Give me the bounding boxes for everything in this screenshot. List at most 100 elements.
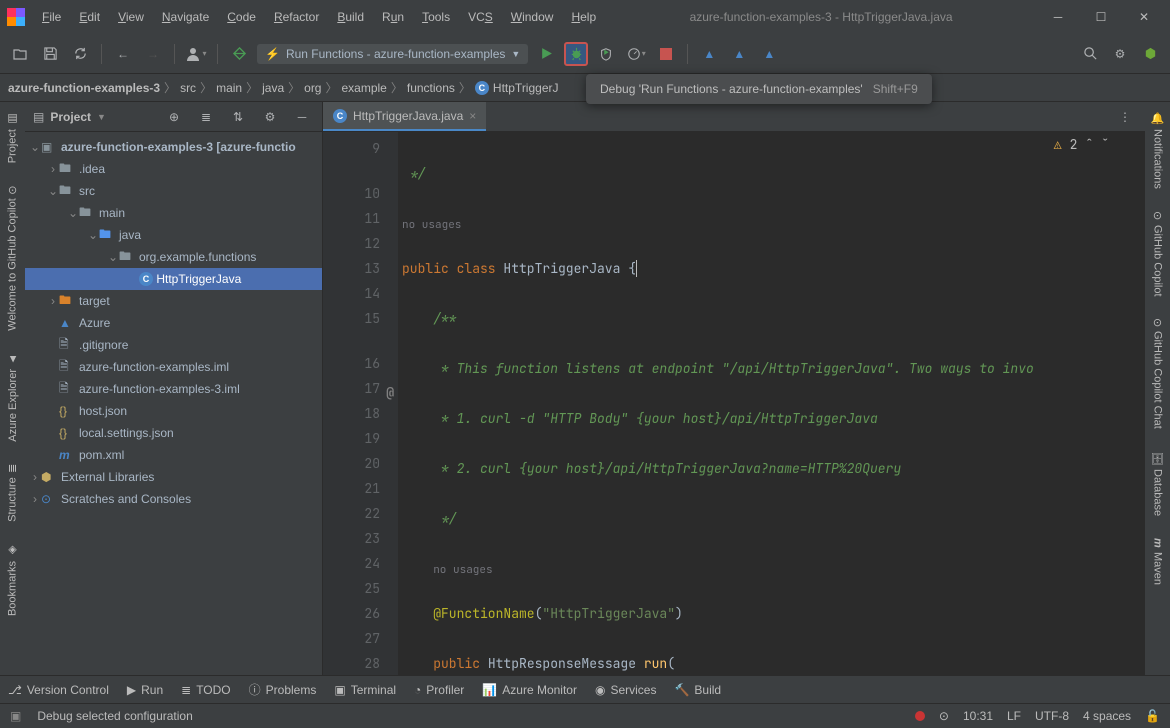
stop-icon[interactable]	[654, 42, 678, 66]
run-configuration-dropdown[interactable]: ⚡ Run Functions - azure-function-example…	[257, 44, 528, 64]
minimize-button[interactable]: ─	[1038, 3, 1078, 31]
bc-item[interactable]: java	[262, 81, 284, 95]
bb-services[interactable]: ◉ Services	[595, 683, 657, 697]
sync-icon[interactable]	[68, 42, 92, 66]
bb-todo[interactable]: ≣ TODO	[181, 683, 231, 697]
readonly-lock-icon[interactable]: 🔓	[1145, 709, 1160, 723]
code-with-me-icon[interactable]	[1138, 42, 1162, 66]
copilot-status-icon[interactable]: ⊙	[939, 709, 949, 723]
tree-root[interactable]: ⌄▣azure-function-examples-3 [azure-funct…	[25, 136, 322, 158]
menu-refactor[interactable]: Refactor	[266, 6, 327, 28]
run-icon[interactable]	[534, 42, 558, 66]
tool-windows-icon[interactable]: ▣	[10, 709, 21, 723]
azure-toolkit-icon-1[interactable]: ▲	[697, 42, 721, 66]
project-tree[interactable]: ⌄▣azure-function-examples-3 [azure-funct…	[25, 132, 322, 675]
debug-button[interactable]	[564, 42, 588, 66]
tree-main[interactable]: ⌄🖿main	[25, 202, 322, 224]
bc-item[interactable]: src	[180, 81, 196, 95]
menu-tools[interactable]: Tools	[414, 6, 458, 28]
bb-profiler[interactable]: ◔ Profiler	[414, 683, 464, 697]
azure-toolkit-icon-2[interactable]: ▲	[727, 42, 751, 66]
rail-notifications[interactable]: 🔔 Notifications	[1149, 106, 1166, 195]
tree-class-httptriggerjava[interactable]: C HttpTriggerJava	[25, 268, 322, 290]
close-button[interactable]: ✕	[1124, 3, 1164, 31]
avatar-icon[interactable]: ▾	[184, 42, 208, 66]
menu-window[interactable]: Window	[503, 6, 562, 28]
rail-azure-explorer[interactable]: Azure Explorer ▲	[5, 347, 21, 448]
bb-azure-monitor[interactable]: 📊 Azure Monitor	[482, 683, 577, 697]
code-content[interactable]: */ no usages public class HttpTriggerJav…	[398, 132, 1145, 675]
bc-item[interactable]: functions	[407, 81, 455, 95]
azure-toolkit-icon-3[interactable]: ▲	[757, 42, 781, 66]
tree-target[interactable]: ›🖿target	[25, 290, 322, 312]
tree-scratches[interactable]: ›⊙Scratches and Consoles	[25, 488, 322, 510]
editor-gutter[interactable]: 9 10 11 12 13 14 15 16 17▶@ 18 19 20 21 …	[323, 132, 398, 675]
open-file-icon[interactable]	[8, 42, 32, 66]
bb-problems[interactable]: ⓘ Problems	[249, 681, 317, 698]
menu-code[interactable]: Code	[219, 6, 264, 28]
tree-package[interactable]: ⌄🖿org.example.functions	[25, 246, 322, 268]
tab-httptriggerjava[interactable]: C HttpTriggerJava.java ×	[323, 102, 486, 131]
bb-version-control[interactable]: ⎇ Version Control	[8, 683, 109, 697]
bc-item[interactable]: org	[304, 81, 321, 95]
code-editor[interactable]: ⚠ 2 ˆ ˇ 9 10 11 12 13 14 15 16 17▶@ 18 1…	[323, 132, 1145, 675]
bb-terminal[interactable]: ▣ Terminal	[334, 683, 396, 697]
inspection-widget[interactable]: ⚠ 2 ˆ ˇ	[1054, 136, 1109, 153]
save-icon[interactable]	[38, 42, 62, 66]
rail-project[interactable]: Project ▤	[4, 106, 21, 169]
tab-menu-icon[interactable]: ⋮	[1113, 105, 1137, 129]
background-task-indicator[interactable]	[915, 711, 925, 721]
tree-iml1[interactable]: 🗎azure-function-examples.iml	[25, 356, 322, 378]
rail-copilot-chat[interactable]: ⊙ GitHub Copilot Chat	[1149, 312, 1166, 435]
tree-java[interactable]: ⌄🖿java	[25, 224, 322, 246]
tree-gitignore[interactable]: 🗎.gitignore	[25, 334, 322, 356]
status-encoding[interactable]: UTF-8	[1035, 709, 1069, 723]
rail-database[interactable]: 🗄 Database	[1149, 445, 1166, 522]
project-view-icon[interactable]: ▤	[33, 110, 44, 124]
status-line-ending[interactable]: LF	[1007, 709, 1021, 723]
tree-host[interactable]: {}host.json	[25, 400, 322, 422]
menu-file[interactable]: File	[34, 6, 69, 28]
menu-build[interactable]: Build	[329, 6, 372, 28]
bc-item[interactable]: HttpTriggerJ	[493, 81, 559, 95]
menu-run[interactable]: Run	[374, 6, 412, 28]
expand-all-icon[interactable]: ≣	[194, 105, 218, 129]
bb-build[interactable]: 🔨 Build	[674, 683, 721, 697]
settings-icon[interactable]: ⚙	[1108, 42, 1132, 66]
rail-bookmarks[interactable]: Bookmarks ◈	[4, 538, 21, 622]
bc-item[interactable]: main	[216, 81, 242, 95]
tree-azure[interactable]: ▲Azure	[25, 312, 322, 334]
bb-run[interactable]: ▶ Run	[127, 683, 163, 697]
tree-ext-libs[interactable]: ›⬢External Libraries	[25, 466, 322, 488]
tree-pom[interactable]: mpom.xml	[25, 444, 322, 466]
chevron-down-icon[interactable]: ▼	[97, 112, 106, 122]
override-icon[interactable]: @	[386, 380, 394, 405]
maximize-button[interactable]: ☐	[1081, 3, 1121, 31]
back-icon[interactable]: ←	[111, 42, 135, 66]
menu-help[interactable]: Help	[563, 6, 604, 28]
select-opened-file-icon[interactable]: ⊕	[162, 105, 186, 129]
prev-highlight-icon[interactable]: ˆ	[1085, 136, 1093, 153]
hide-panel-icon[interactable]: ─	[290, 105, 314, 129]
next-highlight-icon[interactable]: ˇ	[1101, 136, 1109, 153]
rail-maven[interactable]: m Maven	[1150, 532, 1166, 591]
build-icon[interactable]	[227, 42, 251, 66]
rail-structure[interactable]: Structure ≣	[4, 458, 21, 528]
menu-view[interactable]: View	[110, 6, 152, 28]
close-tab-icon[interactable]: ×	[469, 109, 476, 123]
forward-icon[interactable]: →	[141, 42, 165, 66]
collapse-all-icon[interactable]: ⇅	[226, 105, 250, 129]
tree-src[interactable]: ⌄🖿src	[25, 180, 322, 202]
menu-navigate[interactable]: Navigate	[154, 6, 217, 28]
rail-copilot-welcome[interactable]: Welcome to GitHub Copilot ⊙	[4, 179, 21, 337]
panel-settings-icon[interactable]: ⚙	[258, 105, 282, 129]
bc-project[interactable]: azure-function-examples-3	[8, 81, 160, 95]
rail-copilot[interactable]: ⊙ GitHub Copilot	[1149, 205, 1166, 302]
status-indent[interactable]: 4 spaces	[1083, 709, 1131, 723]
search-icon[interactable]	[1078, 42, 1102, 66]
menu-edit[interactable]: Edit	[71, 6, 108, 28]
tree-idea[interactable]: ›🖿.idea	[25, 158, 322, 180]
bc-item[interactable]: example	[342, 81, 387, 95]
menu-vcs[interactable]: VCS	[460, 6, 501, 28]
coverage-icon[interactable]	[594, 42, 618, 66]
